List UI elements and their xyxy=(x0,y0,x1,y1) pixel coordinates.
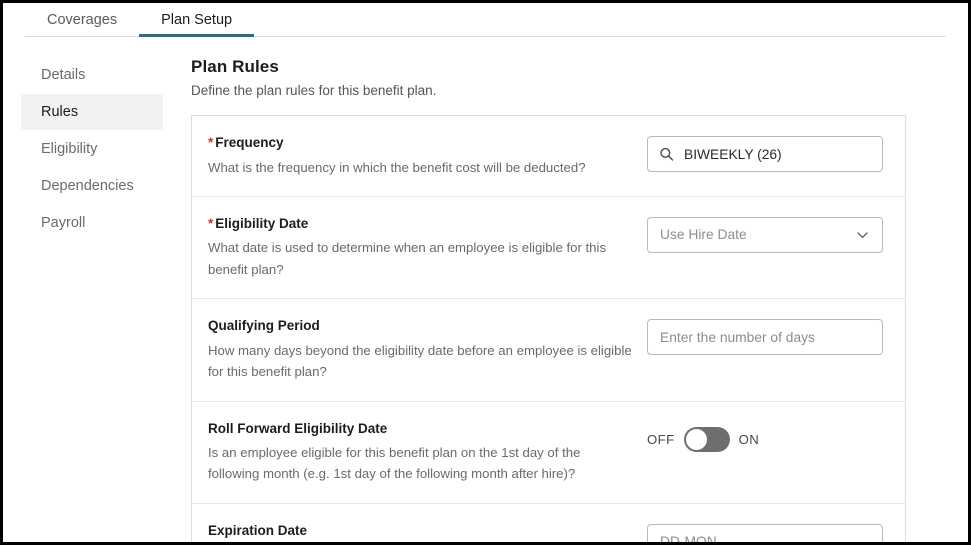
qualifying-period-placeholder: Enter the number of days xyxy=(660,329,815,345)
rule-label-frequency: * Frequency xyxy=(208,134,635,152)
sidebar-item-label: Rules xyxy=(41,104,79,120)
frequency-value: BIWEEKLY (26) xyxy=(684,146,782,162)
rule-label-roll-forward: Roll Forward Eligibility Date xyxy=(208,420,635,438)
qualifying-period-input[interactable]: Enter the number of days xyxy=(647,319,883,356)
tab-coverages[interactable]: Coverages xyxy=(25,3,139,37)
tab-plan-setup-label: Plan Setup xyxy=(161,12,233,28)
table-row: Qualifying Period How many days beyond t… xyxy=(192,299,905,402)
table-row: * Frequency What is the frequency in whic… xyxy=(192,116,905,197)
toggle-knob xyxy=(685,428,707,450)
rule-label-text: Roll Forward Eligibility Date xyxy=(208,420,388,436)
table-row: * Eligibility Date What date is used to d… xyxy=(192,197,905,300)
required-marker: * xyxy=(208,215,214,231)
plan-rules-card: * Frequency What is the frequency in whic… xyxy=(191,115,906,545)
rule-label-text: Eligibility Date xyxy=(215,215,309,231)
eligibility-date-select[interactable]: Use Hire Date xyxy=(647,216,883,253)
rule-text-roll-forward: Roll Forward Eligibility Date Is an empl… xyxy=(208,420,647,485)
eligibility-date-selected-value: Use Hire Date xyxy=(660,227,747,243)
search-icon xyxy=(659,147,674,162)
page-title: Plan Rules xyxy=(191,57,279,76)
page-subtitle: Define the plan rules for this benefit p… xyxy=(191,83,437,98)
rule-description: What is the frequency in which the benef… xyxy=(208,159,586,175)
rule-label-text: Qualifying Period xyxy=(208,318,320,334)
rule-label-text: Frequency xyxy=(215,135,284,150)
toggle-off-label: OFF xyxy=(647,431,675,447)
rule-text-eligibility-date: * Eligibility Date What date is used to d… xyxy=(208,215,647,280)
required-marker: * xyxy=(208,135,214,150)
sidebar-item-eligibility[interactable]: Eligibility xyxy=(21,131,163,167)
content-area: Details Rules Eligibility Dependencies P… xyxy=(3,37,968,545)
rule-control-expiration-date: DD-MON xyxy=(647,522,883,545)
sidebar-item-payroll[interactable]: Payroll xyxy=(21,205,163,241)
sidebar-item-rules[interactable]: Rules xyxy=(21,94,163,130)
expiration-date-placeholder: DD-MON xyxy=(660,534,717,545)
rule-text-frequency: * Frequency What is the frequency in whic… xyxy=(208,134,647,178)
app-window: Coverages Plan Setup Details Rules Eligi… xyxy=(0,0,971,545)
table-row: Roll Forward Eligibility Date Is an empl… xyxy=(192,402,905,504)
expiration-date-input[interactable]: DD-MON xyxy=(647,523,883,545)
rule-control-roll-forward: OFF ON xyxy=(647,420,883,452)
rule-control-qualifying-period: Enter the number of days xyxy=(647,317,883,356)
rule-description: What date is used to determine when an e… xyxy=(208,240,607,277)
sidebar-nav: Details Rules Eligibility Dependencies P… xyxy=(3,57,171,542)
sidebar-item-label: Eligibility xyxy=(41,141,98,157)
rule-text-qualifying-period: Qualifying Period How many days beyond t… xyxy=(208,317,647,382)
table-row: Expiration Date What date should be used… xyxy=(192,504,905,545)
rule-text-expiration-date: Expiration Date What date should be used… xyxy=(208,522,647,542)
toggle-on-label: ON xyxy=(738,431,760,447)
chevron-down-icon xyxy=(855,227,870,242)
rule-control-eligibility-date: Use Hire Date xyxy=(647,215,883,253)
rule-label-expiration-date: Expiration Date xyxy=(208,522,635,540)
tab-bar: Coverages Plan Setup xyxy=(3,3,968,37)
rule-label-eligibility-date: * Eligibility Date xyxy=(208,215,635,233)
sidebar-item-dependencies[interactable]: Dependencies xyxy=(21,168,163,204)
roll-forward-toggle-group: OFF ON xyxy=(647,422,759,452)
tab-coverages-label: Coverages xyxy=(47,12,118,28)
sidebar-item-label: Details xyxy=(41,67,86,83)
roll-forward-toggle[interactable] xyxy=(683,426,730,452)
rule-label-qualifying-period: Qualifying Period xyxy=(208,317,635,335)
sidebar-item-details[interactable]: Details xyxy=(21,57,163,93)
rule-control-frequency: BIWEEKLY (26) xyxy=(647,134,883,172)
rule-description: How many days beyond the eligibility dat… xyxy=(208,342,632,380)
sidebar-item-label: Dependencies xyxy=(41,178,134,194)
sidebar-item-label: Payroll xyxy=(41,215,86,231)
rule-description: Is an employee eligible for this benefit… xyxy=(208,445,581,482)
tab-plan-setup[interactable]: Plan Setup xyxy=(139,3,255,37)
frequency-input[interactable]: BIWEEKLY (26) xyxy=(647,136,883,172)
main-panel: Plan Rules Define the plan rules for thi… xyxy=(171,57,968,545)
rule-label-text: Expiration Date xyxy=(208,522,308,538)
